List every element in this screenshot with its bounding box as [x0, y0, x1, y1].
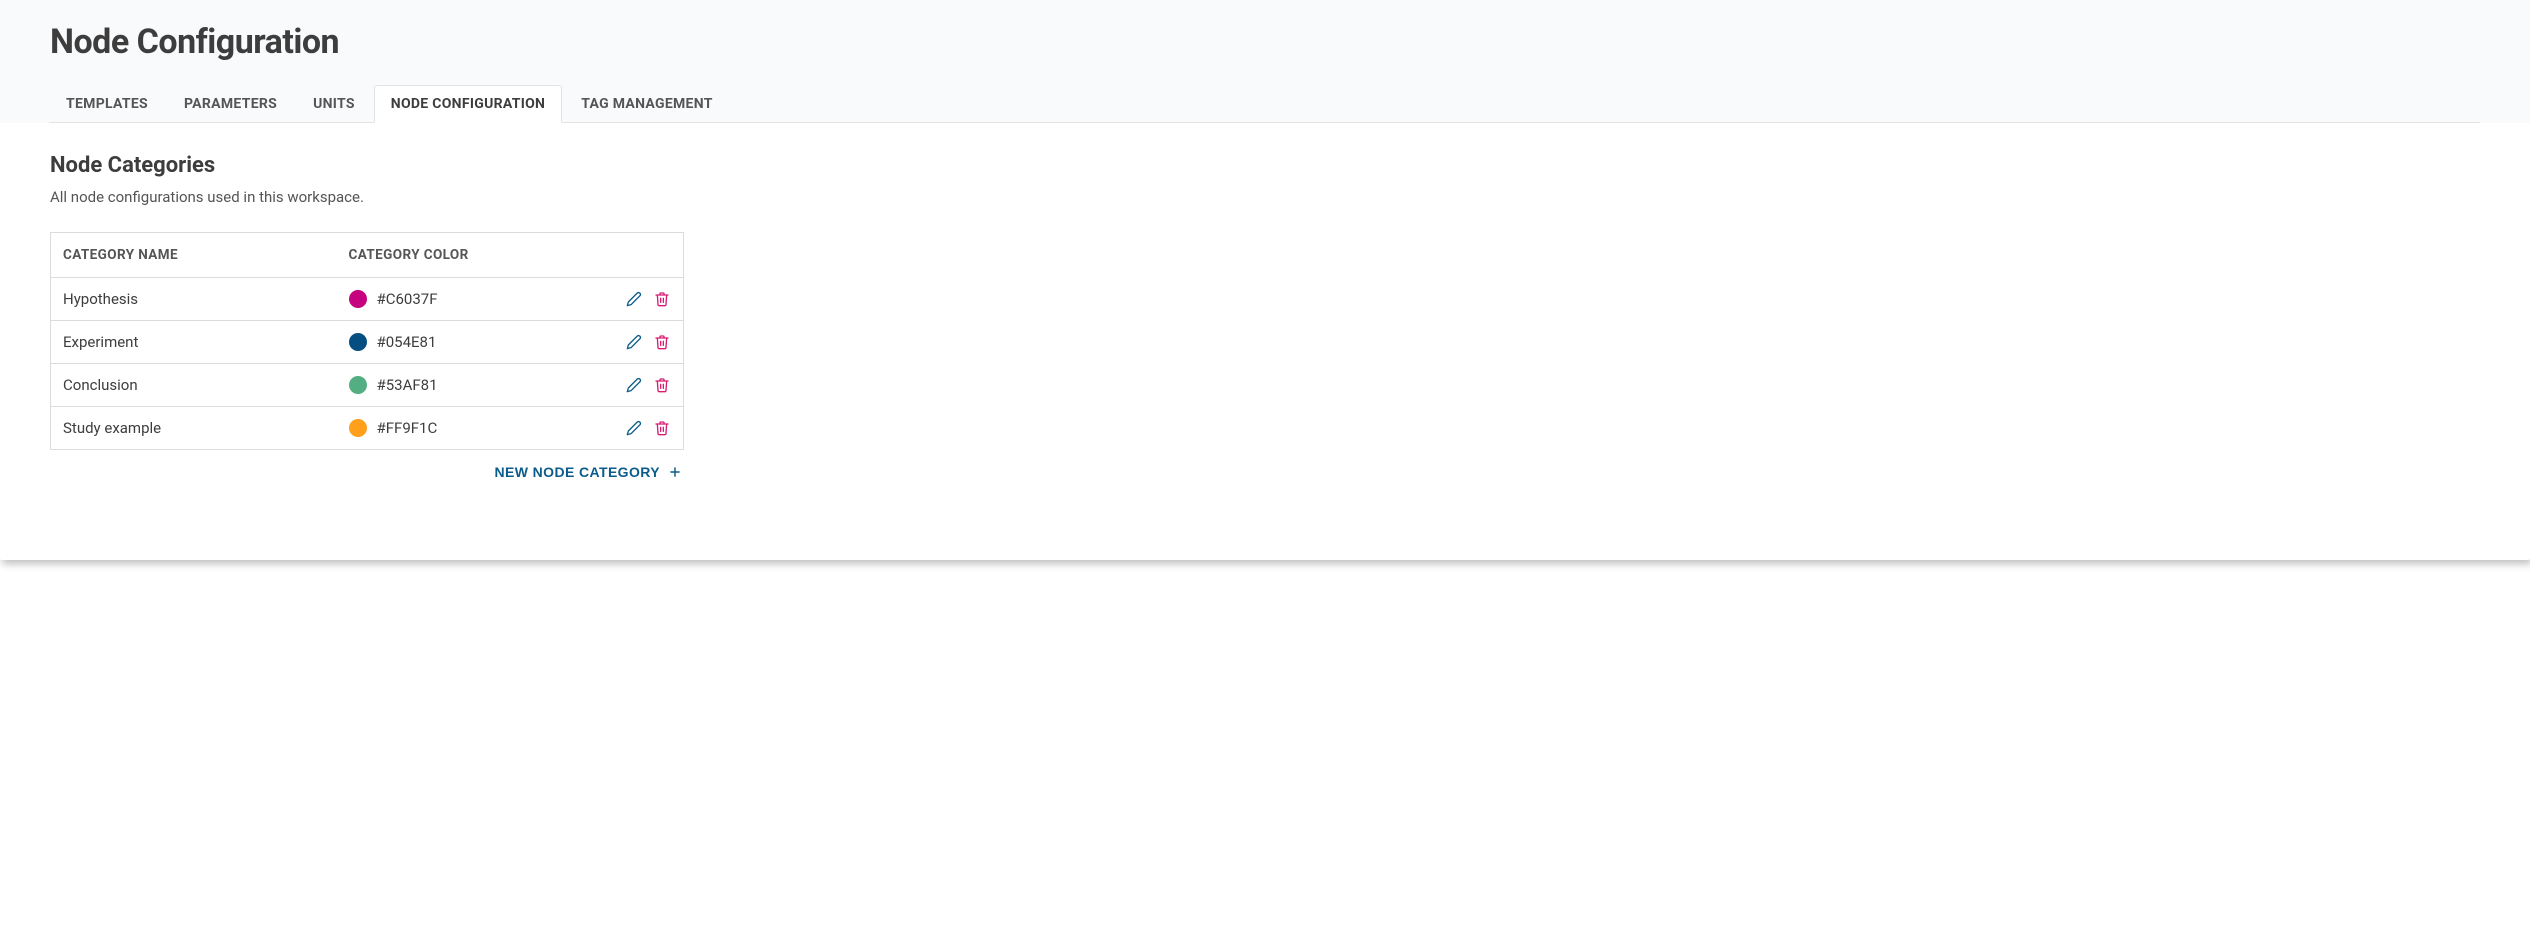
trash-icon — [654, 291, 670, 307]
delete-button[interactable] — [653, 290, 671, 308]
delete-button[interactable] — [653, 419, 671, 437]
color-swatch — [349, 419, 367, 437]
new-category-label: NEW NODE CATEGORY — [495, 464, 660, 480]
tab-templates[interactable]: TEMPLATES — [49, 85, 165, 123]
color-swatch — [349, 290, 367, 308]
edit-button[interactable] — [625, 290, 643, 308]
category-name-cell: Experiment — [51, 321, 337, 364]
edit-button[interactable] — [625, 333, 643, 351]
category-color-cell: #C6037F — [337, 278, 684, 321]
page-container: Node Configuration TEMPLATES PARAMETERS … — [0, 0, 2530, 560]
category-name-cell: Conclusion — [51, 364, 337, 407]
color-hex-label: #FF9F1C — [377, 419, 438, 437]
color-swatch — [349, 376, 367, 394]
color-hex-label: #53AF81 — [377, 376, 438, 394]
new-category-button[interactable]: NEW NODE CATEGORY — [495, 464, 682, 480]
page-title: Node Configuration — [50, 22, 2480, 62]
table-header-row: CATEGORY NAME CATEGORY COLOR — [51, 233, 684, 278]
trash-icon — [654, 377, 670, 393]
tabs: TEMPLATES PARAMETERS UNITS NODE CONFIGUR… — [49, 84, 2480, 123]
tab-node-configuration[interactable]: NODE CONFIGURATION — [374, 85, 562, 123]
category-color-cell: #054E81 — [337, 321, 684, 364]
trash-icon — [654, 334, 670, 350]
section-title: Node Categories — [50, 153, 2480, 178]
edit-button[interactable] — [625, 419, 643, 437]
trash-icon — [654, 420, 670, 436]
pencil-icon — [626, 420, 642, 436]
table-row: Experiment #054E81 — [51, 321, 684, 364]
category-color-cell: #53AF81 — [337, 364, 684, 407]
content: Node Categories All node configurations … — [0, 123, 2530, 480]
column-header-name: CATEGORY NAME — [51, 233, 337, 278]
add-row: NEW NODE CATEGORY — [50, 450, 684, 480]
edit-button[interactable] — [625, 376, 643, 394]
delete-button[interactable] — [653, 376, 671, 394]
column-header-color: CATEGORY COLOR — [337, 233, 684, 278]
tab-parameters[interactable]: PARAMETERS — [167, 85, 294, 123]
pencil-icon — [626, 291, 642, 307]
color-hex-label: #C6037F — [377, 290, 438, 308]
color-swatch — [349, 333, 367, 351]
tab-units[interactable]: UNITS — [296, 85, 372, 123]
pencil-icon — [626, 377, 642, 393]
category-name-cell: Study example — [51, 407, 337, 450]
category-name-cell: Hypothesis — [51, 278, 337, 321]
plus-icon — [668, 465, 682, 479]
delete-button[interactable] — [653, 333, 671, 351]
category-color-cell: #FF9F1C — [337, 407, 684, 450]
category-table: CATEGORY NAME CATEGORY COLOR Hypothesis … — [50, 232, 684, 450]
color-hex-label: #054E81 — [377, 333, 437, 351]
page-header: Node Configuration TEMPLATES PARAMETERS … — [0, 0, 2530, 123]
table-row: Hypothesis #C6037F — [51, 278, 684, 321]
section-subtitle: All node configurations used in this wor… — [50, 188, 2480, 206]
table-row: Conclusion #53AF81 — [51, 364, 684, 407]
pencil-icon — [626, 334, 642, 350]
tab-tag-management[interactable]: TAG MANAGEMENT — [564, 85, 729, 123]
table-row: Study example #FF9F1C — [51, 407, 684, 450]
